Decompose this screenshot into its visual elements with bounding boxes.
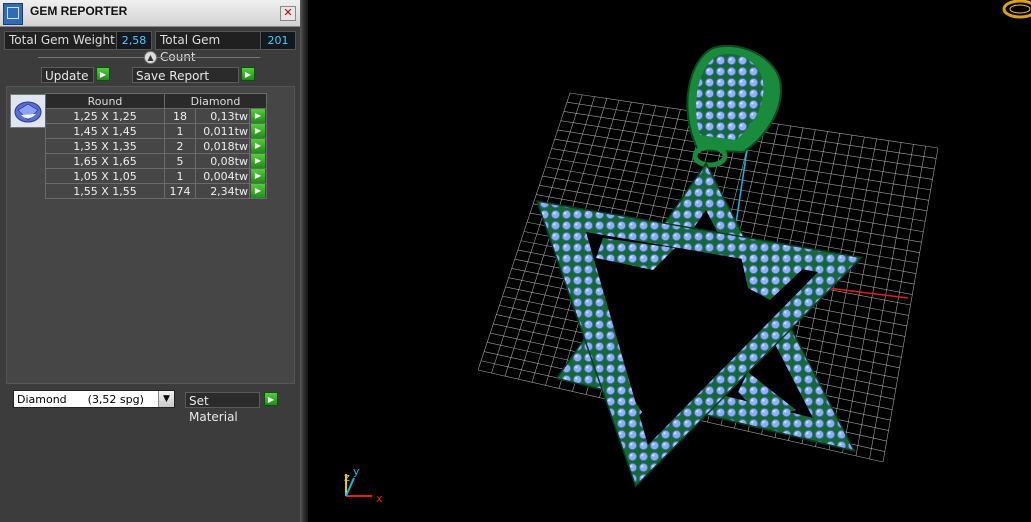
- gem-size: 1,55 X 1,55: [45, 183, 165, 199]
- gem-weight: 0,011tw: [195, 123, 250, 139]
- save-report-button[interactable]: Save Report: [132, 67, 239, 83]
- update-button[interactable]: Update: [41, 67, 94, 83]
- title-bar: GEM REPORTER ✕: [0, 0, 300, 27]
- save-report-arrow-icon[interactable]: ▶: [241, 67, 255, 81]
- total-gem-weight-label: Total Gem Weight: [4, 31, 120, 50]
- material-select[interactable]: Diamond (3,52 spg) ▼: [13, 390, 175, 408]
- collapse-icon[interactable]: ▲: [144, 51, 157, 64]
- gem-weight: 2,34tw: [195, 183, 250, 199]
- column-header-material: Diamond: [164, 93, 267, 109]
- gem-size: 1,45 X 1,45: [45, 123, 165, 139]
- grid-line: [842, 142, 902, 453]
- gem-weight: 0,018tw: [195, 138, 250, 154]
- play-arrow-icon[interactable]: ▶: [251, 154, 265, 168]
- round-diamond-icon[interactable]: [10, 94, 46, 128]
- gem-size: 1,35 X 1,35: [45, 138, 165, 154]
- table-row[interactable]: 1,05 X 1,05 1 0,004tw ▶: [45, 168, 267, 184]
- row-arrow-button[interactable]: ▶: [249, 153, 267, 169]
- grid-line: [869, 146, 927, 459]
- table-row[interactable]: 1,25 X 1,25 18 0,13tw ▶: [45, 108, 267, 124]
- row-arrow-button[interactable]: ▶: [249, 168, 267, 184]
- gem-count: 5: [164, 153, 196, 169]
- star-pendant[interactable]: [535, 162, 864, 488]
- column-header-shape: Round: [45, 93, 165, 109]
- y-axis-label: y: [353, 465, 360, 478]
- gem-count: 1: [164, 168, 196, 184]
- row-arrow-button[interactable]: ▶: [249, 108, 267, 124]
- play-arrow-icon[interactable]: ▶: [251, 109, 265, 123]
- x-axis-label: x: [376, 492, 383, 505]
- gem-weight: 0,08tw: [195, 153, 250, 169]
- gem-reporter-panel: GEM REPORTER ✕ Total Gem Weight 2,58 Tot…: [0, 0, 300, 522]
- gem-table: Round Diamond 1,25 X 1,25 18 0,13tw ▶ 1,…: [45, 93, 267, 199]
- table-row[interactable]: 1,35 X 1,35 2 0,018tw ▶: [45, 138, 267, 154]
- gem-size: 1,25 X 1,25: [45, 108, 165, 124]
- z-axis-label: z: [344, 471, 350, 484]
- total-gem-count-label: Total Gem Count: [155, 31, 264, 64]
- chevron-down-icon[interactable]: ▼: [158, 391, 174, 407]
- table-row[interactable]: 1,55 X 1,55 174 2,34tw ▶: [45, 183, 267, 199]
- view-axis-gizmo: x y z: [344, 465, 383, 505]
- total-gem-weight-value: 2,58: [116, 31, 152, 50]
- gem-count: 174: [164, 183, 196, 199]
- row-arrow-button[interactable]: ▶: [249, 183, 267, 199]
- play-arrow-icon[interactable]: ▶: [251, 139, 265, 153]
- set-material-arrow-icon[interactable]: ▶: [264, 392, 278, 406]
- window-title: GEM REPORTER: [30, 4, 128, 18]
- play-arrow-icon[interactable]: ▶: [251, 169, 265, 183]
- panel-splitter[interactable]: [300, 0, 308, 522]
- row-arrow-button[interactable]: ▶: [249, 123, 267, 139]
- total-gem-count-value: 201: [260, 31, 296, 50]
- 3d-viewport[interactable]: x y z: [308, 0, 1031, 522]
- gem-count: 18: [164, 108, 196, 124]
- ring-icon[interactable]: [1002, 0, 1031, 19]
- material-select-value: Diamond (3,52 spg): [17, 393, 144, 406]
- gem-reporter-icon: [3, 3, 23, 25]
- gem-count: 2: [164, 138, 196, 154]
- table-row[interactable]: 1,65 X 1,65 5 0,08tw ▶: [45, 153, 267, 169]
- gem-size: 1,65 X 1,65: [45, 153, 165, 169]
- close-button[interactable]: ✕: [280, 6, 296, 21]
- pendant-bail[interactable]: [686, 44, 782, 168]
- gem-weight: 0,13tw: [195, 108, 250, 124]
- grid-line: [855, 144, 914, 456]
- gem-weight: 0,004tw: [195, 168, 250, 184]
- gem-size: 1,05 X 1,05: [45, 168, 165, 184]
- gem-count: 1: [164, 123, 196, 139]
- table-row[interactable]: 1,45 X 1,45 1 0,011tw ▶: [45, 123, 267, 139]
- set-material-button[interactable]: Set Material: [185, 392, 260, 424]
- row-arrow-button[interactable]: ▶: [249, 138, 267, 154]
- play-arrow-icon[interactable]: ▶: [251, 124, 265, 138]
- update-arrow-icon[interactable]: ▶: [96, 67, 110, 81]
- play-arrow-icon[interactable]: ▶: [251, 184, 265, 198]
